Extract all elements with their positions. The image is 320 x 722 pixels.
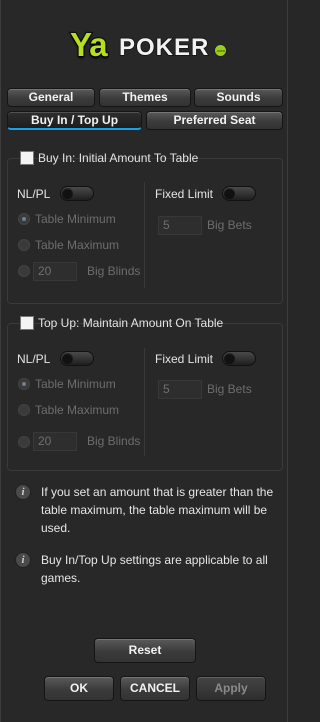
buy-in-table-maximum-radio[interactable] (18, 239, 30, 251)
buy-in-big-blinds-label: Big Blinds (87, 264, 141, 278)
top-up-checkbox[interactable] (20, 316, 34, 330)
top-up-title: Top Up: Maintain Amount On Table (38, 316, 224, 330)
logo-dotcom-badge: .com (214, 44, 227, 57)
buy-in-title: Buy In: Initial Amount To Table (38, 151, 199, 165)
ok-button[interactable]: OK (44, 676, 114, 701)
buy-in-table-minimum-label: Table Minimum (35, 212, 116, 226)
info-text-applicable: Buy In/Top Up settings are applicable to… (41, 553, 268, 585)
top-up-big-blinds-input[interactable]: 20 (33, 432, 77, 451)
top-up-fixed-limit-label: Fixed Limit (155, 352, 214, 366)
buy-in-checkbox[interactable] (20, 151, 34, 165)
tab-sounds[interactable]: Sounds (194, 88, 283, 107)
buy-in-big-bets-input[interactable]: 5 (158, 216, 202, 235)
logo-ya: Ya (69, 25, 109, 65)
top-up-big-blinds-radio[interactable] (18, 436, 30, 448)
cancel-button[interactable]: CANCEL (120, 676, 190, 701)
top-up-nl-pl-toggle[interactable] (60, 351, 94, 366)
top-up-table-maximum-radio[interactable] (18, 404, 30, 416)
tab-buy-in-top-up[interactable]: Buy In / Top Up (7, 111, 142, 130)
info-icon: i (15, 552, 31, 568)
buy-in-big-blinds-radio[interactable] (18, 265, 30, 277)
reset-button[interactable]: Reset (94, 638, 196, 663)
top-up-divider (144, 348, 145, 456)
top-up-big-blinds-label: Big Blinds (87, 434, 141, 448)
buy-in-nl-pl-toggle[interactable] (60, 186, 94, 201)
buy-in-big-blinds-input[interactable]: 20 (33, 262, 77, 281)
tab-themes[interactable]: Themes (99, 88, 191, 107)
buy-in-fixed-limit-label: Fixed Limit (155, 187, 214, 201)
top-up-table-minimum-radio[interactable] (18, 378, 30, 390)
top-up-table-minimum-label: Table Minimum (35, 377, 116, 391)
yapoker-logo: Ya POKER .com (69, 25, 227, 68)
top-up-big-bets-input[interactable]: 5 (158, 380, 202, 399)
top-up-fixed-limit-toggle[interactable] (222, 351, 256, 366)
buy-in-divider (144, 182, 145, 288)
tab-preferred-seat[interactable]: Preferred Seat (146, 111, 283, 130)
buy-in-table-minimum-radio[interactable] (18, 213, 30, 225)
buy-in-fixed-limit-toggle[interactable] (222, 186, 256, 201)
info-text-max: If you set an amount that is greater tha… (41, 485, 274, 535)
buy-in-big-bets-label: Big Bets (207, 218, 252, 232)
settings-window: Ya POKER .com General Themes Sounds Buy … (0, 0, 288, 722)
info-icon: i (15, 484, 31, 500)
top-up-nl-pl-label: NL/PL (17, 352, 51, 366)
logo-poker: POKER (118, 33, 210, 62)
top-up-table-maximum-label: Table Maximum (35, 403, 120, 417)
buy-in-nl-pl-label: NL/PL (17, 187, 51, 201)
buy-in-table-maximum-label: Table Maximum (35, 238, 120, 252)
tab-general[interactable]: General (7, 88, 95, 107)
top-up-big-bets-label: Big Bets (207, 382, 252, 396)
apply-button[interactable]: Apply (196, 676, 266, 701)
